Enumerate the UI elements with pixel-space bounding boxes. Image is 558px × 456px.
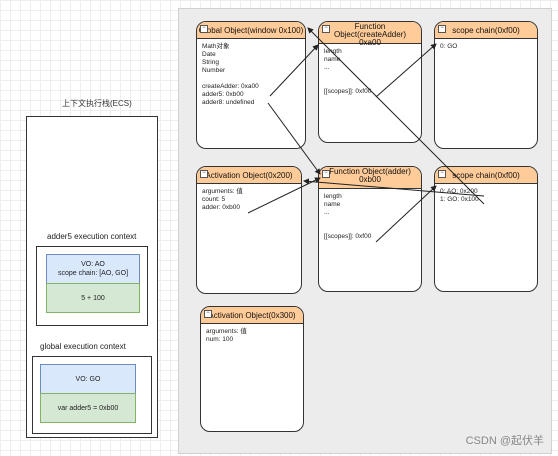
arrow-create-adder-scopes <box>375 43 437 98</box>
watermark: CSDN @起伏羊 <box>465 435 544 447</box>
reference-arrows <box>247 27 485 243</box>
arrow-scope-go <box>307 27 485 205</box>
arrow-adder-value <box>247 177 321 214</box>
arrow-adder-scopes <box>375 185 437 243</box>
arrow-create-adder <box>269 44 319 97</box>
arrow-adder5 <box>267 102 321 175</box>
arrow-scope-ao <box>303 178 485 197</box>
